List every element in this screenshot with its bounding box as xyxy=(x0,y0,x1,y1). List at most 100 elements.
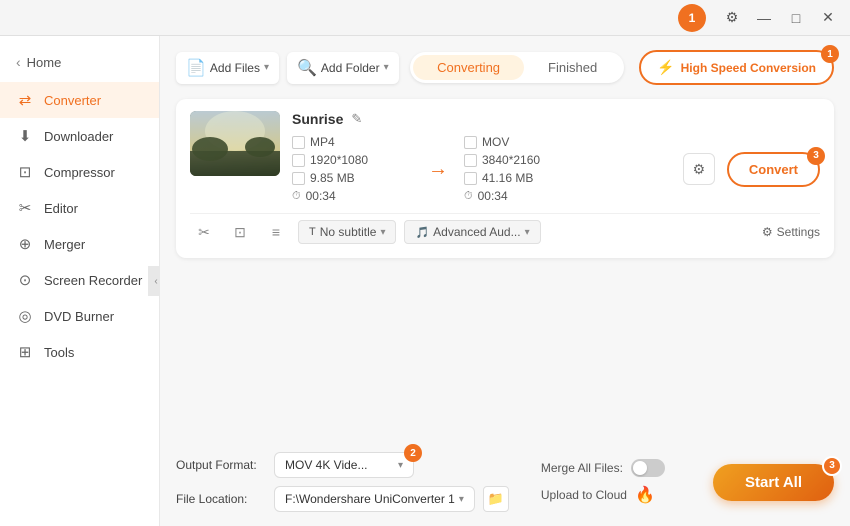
browse-folder-button[interactable]: 📁 xyxy=(483,486,509,512)
converter-icon: ⇄ xyxy=(16,91,34,109)
add-folder-button[interactable]: 🔍 Add Folder ▾ xyxy=(287,52,399,84)
merge-toggle[interactable] xyxy=(631,459,665,477)
source-format: MP4 xyxy=(310,135,335,149)
title-bar-controls: 1 ⚙ — □ ✕ xyxy=(678,4,842,32)
file-info: Sunrise ✎ MP4 1920*1080 xyxy=(292,111,820,203)
crop-button[interactable]: ⊡ xyxy=(226,218,254,246)
output-format-badge: 2 xyxy=(404,444,422,462)
add-files-label: Add Files xyxy=(210,61,260,75)
start-all-container: Start All 3 xyxy=(697,464,834,501)
dest-duration-item: ⏱ 00:34 xyxy=(464,189,584,203)
file-location-select[interactable]: F:\Wondershare UniConverter 1 ▾ xyxy=(274,486,475,512)
upload-row: Upload to Cloud 🔥 xyxy=(541,485,665,505)
dest-resolution: 3840*2160 xyxy=(482,153,540,167)
file-card: Sunrise ✎ MP4 1920*1080 xyxy=(176,99,834,258)
dest-size: 41.16 MB xyxy=(482,171,533,185)
source-size-check xyxy=(292,172,305,185)
sidebar-label-converter: Converter xyxy=(44,93,101,108)
sidebar-item-compressor[interactable]: ⊡ Compressor xyxy=(0,154,159,190)
sidebar-item-converter[interactable]: ⇄ Converter xyxy=(0,82,159,118)
sidebar-label-dvd-burner: DVD Burner xyxy=(44,309,114,324)
sidebar-label-compressor: Compressor xyxy=(44,165,115,180)
add-files-button[interactable]: 📄 Add Files ▾ xyxy=(176,52,279,84)
file-card-bottom: ✂ ⊡ ≡ T No subtitle ▾ 🎵 Advanced Aud... … xyxy=(190,213,820,246)
start-all-badge: 3 xyxy=(822,456,842,476)
sidebar-item-tools[interactable]: ⊞ Tools xyxy=(0,334,159,370)
source-size-item: 9.85 MB xyxy=(292,171,412,185)
maximize-button[interactable]: □ xyxy=(782,4,810,32)
output-format-value: MOV 4K Vide... xyxy=(285,458,367,472)
source-size: 9.85 MB xyxy=(310,171,355,185)
settings-label-button[interactable]: ⚙ Settings xyxy=(762,225,820,239)
output-format-chevron: ▾ xyxy=(398,460,403,471)
sidebar-item-editor[interactable]: ✂ Editor xyxy=(0,190,159,226)
source-duration: 00:34 xyxy=(306,189,336,203)
user-avatar[interactable]: 1 xyxy=(678,4,706,32)
list-button[interactable]: ≡ xyxy=(262,218,290,246)
add-folder-label: Add Folder xyxy=(321,61,380,75)
add-file-icon: 📄 xyxy=(186,58,206,78)
bottom-bar: Output Format: MOV 4K Vide... ▾ 2 File L… xyxy=(176,440,834,512)
merge-row: Merge All Files: xyxy=(541,459,665,477)
convert-badge: 3 xyxy=(807,147,825,165)
cloud-icon[interactable]: 🔥 xyxy=(635,485,655,505)
subtitle-select[interactable]: T No subtitle ▾ xyxy=(298,220,396,244)
file-thumbnail xyxy=(190,111,280,176)
convert-button[interactable]: Convert xyxy=(727,152,820,187)
convert-arrow-icon: → xyxy=(412,158,464,181)
source-resolution-check xyxy=(292,154,305,167)
high-speed-conversion-button[interactable]: ⚡ High Speed Conversion xyxy=(639,50,834,85)
minimize-button[interactable]: — xyxy=(750,4,778,32)
close-button[interactable]: ✕ xyxy=(814,4,842,32)
list-icon: ≡ xyxy=(272,224,280,240)
dest-format-item: MOV xyxy=(464,135,584,149)
add-folder-chevron: ▾ xyxy=(384,62,389,73)
audio-icon: 🎵 xyxy=(415,226,429,239)
dest-format-check xyxy=(464,136,477,149)
file-settings-icon: ⚙ xyxy=(693,161,706,178)
app-body: ‹ Home ⇄ Converter ⬇ Downloader ⊡ Compre… xyxy=(0,36,850,526)
audio-chevron: ▾ xyxy=(525,227,530,238)
back-icon: ‹ xyxy=(16,54,21,70)
content-area: 📄 Add Files ▾ 🔍 Add Folder ▾ Converting … xyxy=(160,36,850,526)
sidebar-home[interactable]: ‹ Home xyxy=(0,46,159,78)
audio-label: Advanced Aud... xyxy=(433,225,520,239)
lightning-icon: ⚡ xyxy=(657,59,674,76)
edit-icon[interactable]: ✎ xyxy=(351,111,362,127)
audio-select[interactable]: 🎵 Advanced Aud... ▾ xyxy=(404,220,540,244)
dest-duration: 00:34 xyxy=(478,189,508,203)
start-all-button[interactable]: Start All xyxy=(713,464,834,501)
dest-resolution-check xyxy=(464,154,477,167)
toolbar-left: 📄 Add Files ▾ 🔍 Add Folder ▾ xyxy=(176,52,399,84)
tools-icon: ⊞ xyxy=(16,343,34,361)
upload-label: Upload to Cloud xyxy=(541,488,627,502)
folder-icon: 📁 xyxy=(488,491,504,507)
tab-finished[interactable]: Finished xyxy=(524,55,621,80)
sidebar-item-screen-recorder[interactable]: ⊙ Screen Recorder xyxy=(0,262,159,298)
file-meta-row: MP4 1920*1080 9.85 MB ⏱ xyxy=(292,135,820,203)
file-location-row: File Location: F:\Wondershare UniConvert… xyxy=(176,486,509,512)
sidebar-item-merger[interactable]: ⊕ Merger xyxy=(0,226,159,262)
file-dest: MOV 3840*2160 41.16 MB ⏱ xyxy=(464,135,584,203)
source-resolution-item: 1920*1080 xyxy=(292,153,412,167)
crop-icon: ⊡ xyxy=(234,224,246,241)
dest-size-item: 41.16 MB xyxy=(464,171,584,185)
editor-icon: ✂ xyxy=(16,199,34,217)
source-format-check xyxy=(292,136,305,149)
file-location-label: File Location: xyxy=(176,492,266,506)
settings-icon-btn[interactable]: ⚙ xyxy=(718,4,746,32)
add-folder-icon: 🔍 xyxy=(297,58,317,78)
sidebar: ‹ Home ⇄ Converter ⬇ Downloader ⊡ Compre… xyxy=(0,36,160,526)
settings-label-icon: ⚙ xyxy=(762,225,773,239)
subtitle-icon: T xyxy=(309,226,316,238)
output-format-select[interactable]: MOV 4K Vide... ▾ xyxy=(274,452,414,478)
source-duration-item: ⏱ 00:34 xyxy=(292,189,412,203)
file-settings-button[interactable]: ⚙ xyxy=(683,153,715,185)
cut-button[interactable]: ✂ xyxy=(190,218,218,246)
add-files-chevron: ▾ xyxy=(264,62,269,73)
sidebar-item-dvd-burner[interactable]: ◎ DVD Burner xyxy=(0,298,159,334)
sidebar-item-downloader[interactable]: ⬇ Downloader xyxy=(0,118,159,154)
file-location-chevron: ▾ xyxy=(459,494,464,505)
file-location-value: F:\Wondershare UniConverter 1 xyxy=(285,492,455,506)
tab-converting[interactable]: Converting xyxy=(413,55,524,80)
